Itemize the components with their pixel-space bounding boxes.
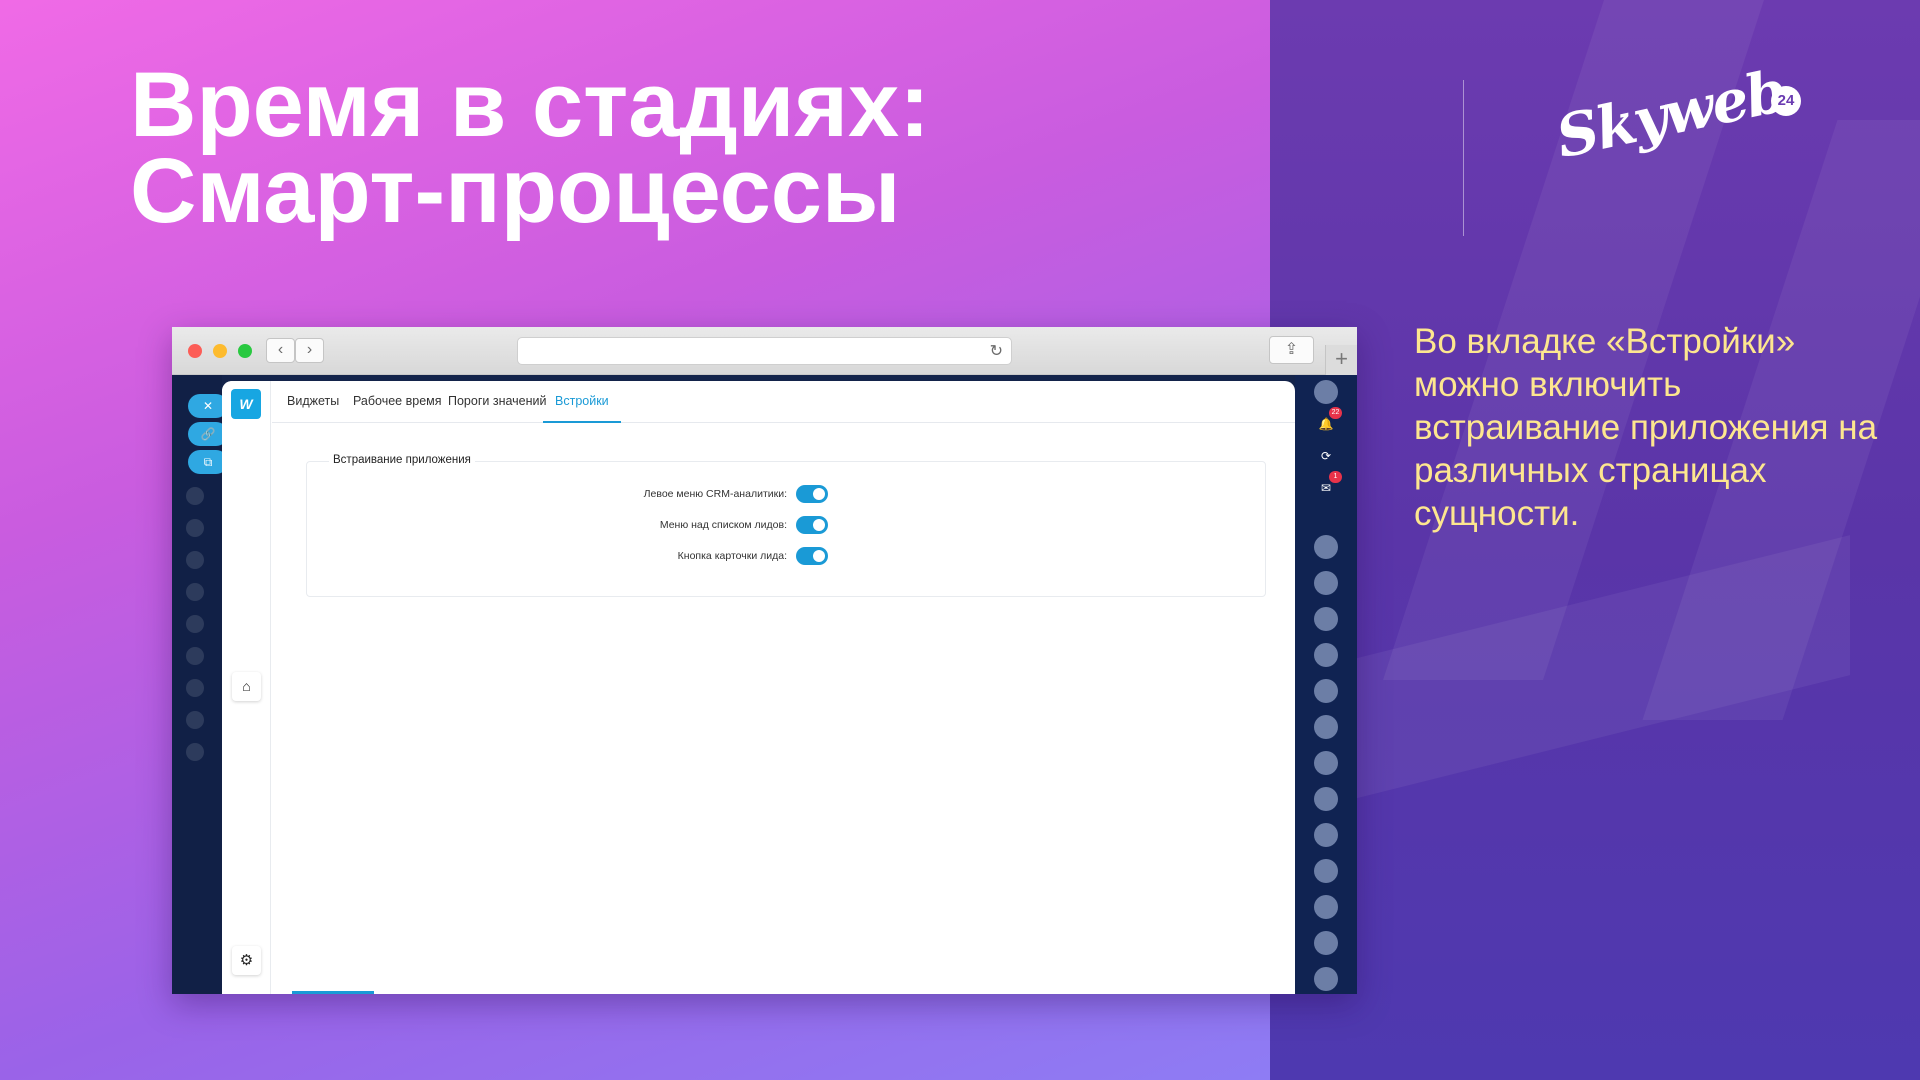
menu-item-icon[interactable] (186, 711, 204, 729)
chevron-right-icon: › (306, 341, 313, 358)
menu-item-icon[interactable] (186, 615, 204, 633)
back-button[interactable]: ‹ (266, 338, 295, 363)
app-slider-panel: W ⌂ ⚙ Виджеты Рабочее время Пороги значе… (222, 381, 1295, 994)
share-icon: ⇪ (1284, 341, 1299, 358)
sync-button[interactable]: ⟳ (1315, 445, 1337, 467)
chat-icon: ✉ (1320, 481, 1332, 495)
contact-avatar[interactable] (1314, 607, 1338, 631)
browser-window: ‹ › ↻ ⇪ + ✕ 🔗 ⧉ 🔔 22 ⟳ ✉ 1 W ⌂ ⚙ Виджеты… (172, 327, 1357, 994)
toggle-leads-list-menu[interactable] (796, 516, 828, 534)
close-icon: ✕ (202, 399, 214, 413)
slide-title: Время в стадиях: Смарт-процессы (130, 54, 930, 242)
close-window-button[interactable] (188, 344, 202, 358)
contact-avatar[interactable] (1314, 859, 1338, 883)
contact-avatar[interactable] (1314, 895, 1338, 919)
menu-item-icon[interactable] (186, 647, 204, 665)
chevron-left-icon: ‹ (277, 341, 284, 358)
new-tab-button[interactable]: + (1325, 345, 1357, 375)
notifications-count: 22 (1329, 407, 1342, 419)
chat-button[interactable]: ✉ 1 (1315, 471, 1342, 499)
bell-icon: 🔔 (1318, 417, 1334, 431)
skyweb-logo: Skyweb 24 (1550, 57, 1805, 190)
menu-item-icon[interactable] (186, 583, 204, 601)
setting-row-lead-card-button: Кнопка карточки лида: (307, 546, 787, 566)
contact-avatar[interactable] (1314, 535, 1338, 559)
decorative-stripe (1330, 535, 1850, 805)
browser-toolbar: ‹ › ↻ ⇪ + (172, 327, 1357, 375)
contact-avatar[interactable] (1314, 643, 1338, 667)
contact-avatar[interactable] (1314, 931, 1338, 955)
setting-label: Меню над списком лидов: (659, 519, 787, 531)
contact-avatar[interactable] (1314, 571, 1338, 595)
logo-badge: 24 (1771, 86, 1801, 116)
menu-item-icon[interactable] (186, 487, 204, 505)
tab-widgets[interactable]: Виджеты (287, 381, 339, 423)
setting-row-crm-analytics-menu: Левое меню CRM-аналитики: (307, 484, 787, 504)
slide-description: Во вкладке «Встройки» можно включить вст… (1414, 322, 1878, 533)
setting-label: Кнопка карточки лида: (677, 550, 787, 562)
slide-title-line-1: Время в стадиях: (130, 54, 930, 156)
user-avatar[interactable] (1314, 380, 1338, 404)
gear-icon: ⚙ (239, 952, 254, 969)
tab-embeds[interactable]: Встройки (543, 381, 621, 423)
contact-avatar[interactable] (1314, 787, 1338, 811)
page-viewport: ✕ 🔗 ⧉ 🔔 22 ⟳ ✉ 1 W ⌂ ⚙ Виджеты Рабочее в… (172, 375, 1357, 994)
refresh-icon: ⟳ (1320, 449, 1332, 463)
settings-button[interactable]: ⚙ (232, 946, 261, 975)
menu-item-icon[interactable] (186, 679, 204, 697)
toggle-lead-card-button[interactable] (796, 547, 828, 565)
home-icon: ⌂ (242, 678, 251, 694)
home-button[interactable]: ⌂ (232, 672, 261, 701)
menu-item-icon[interactable] (186, 743, 204, 761)
external-link-icon: ⧉ (203, 455, 213, 469)
menu-item-icon[interactable] (186, 519, 204, 537)
share-button[interactable]: ⇪ (1269, 336, 1314, 364)
slide-title-line-2: Смарт-процессы (130, 140, 901, 242)
forward-button[interactable]: › (295, 338, 324, 363)
contact-avatar[interactable] (1314, 751, 1338, 775)
vertical-divider (1463, 80, 1464, 236)
minimize-window-button[interactable] (213, 344, 227, 358)
toggle-knob (813, 550, 825, 562)
reload-icon[interactable]: ↻ (990, 341, 1003, 361)
contact-avatar[interactable] (1314, 967, 1338, 991)
toggle-knob (813, 488, 825, 500)
tab-working-time[interactable]: Рабочее время (353, 381, 442, 423)
contact-avatar[interactable] (1314, 823, 1338, 847)
contact-avatar[interactable] (1314, 679, 1338, 703)
portal-right-panel: 🔔 22 ⟳ ✉ 1 (1295, 375, 1357, 994)
setting-label: Левое меню CRM-аналитики: (643, 488, 787, 500)
setting-row-leads-list-menu: Меню над списком лидов: (307, 515, 787, 535)
section-title: Встраивание приложения (329, 454, 475, 466)
plus-icon: + (1335, 346, 1348, 371)
toggle-crm-analytics-menu[interactable] (796, 485, 828, 503)
chat-count: 1 (1329, 471, 1342, 483)
tab-thresholds[interactable]: Пороги значений (448, 381, 547, 423)
link-icon: 🔗 (200, 427, 216, 441)
embed-settings-section: Встраивание приложения Левое меню CRM-ан… (306, 454, 1266, 597)
address-bar[interactable]: ↻ (517, 337, 1012, 365)
zoom-window-button[interactable] (238, 344, 252, 358)
toggle-knob (813, 519, 825, 531)
contact-avatar[interactable] (1314, 715, 1338, 739)
menu-item-icon[interactable] (186, 551, 204, 569)
app-logo-icon[interactable]: W (231, 389, 261, 419)
app-nav-sidebar: W ⌂ ⚙ (222, 381, 271, 994)
notifications-button[interactable]: 🔔 22 (1315, 407, 1342, 435)
portal-left-menu: ✕ 🔗 ⧉ (172, 375, 228, 994)
settings-tabs: Виджеты Рабочее время Пороги значений Вс… (272, 381, 1295, 423)
bottom-progress-bar (292, 991, 374, 994)
